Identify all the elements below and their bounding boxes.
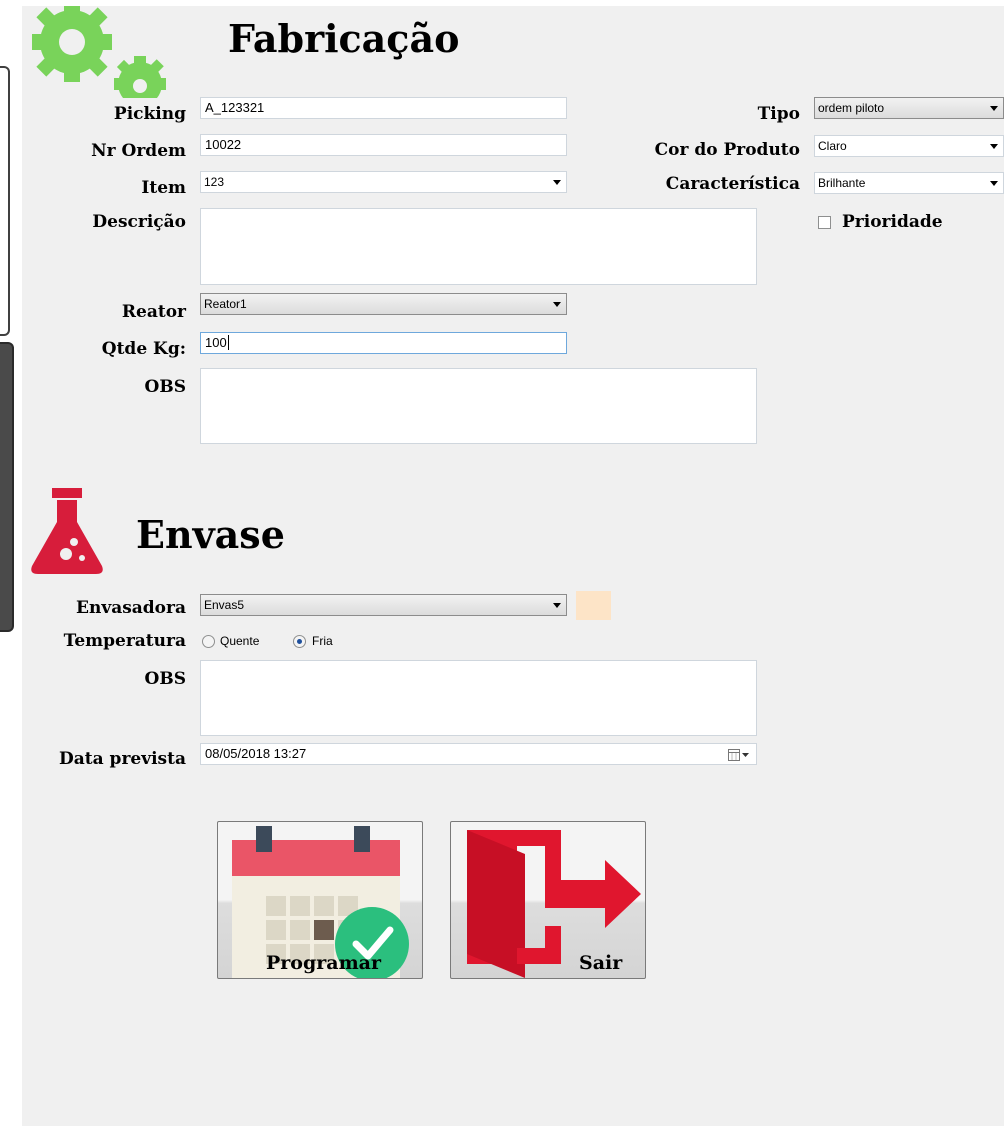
tipo-combobox[interactable]: ordem piloto (814, 97, 1004, 119)
nr-ordem-label: Nr Ordem (91, 141, 186, 161)
reator-label: Reator (121, 302, 186, 322)
qtde-kg-value: 100 (205, 335, 227, 350)
item-value: 123 (204, 175, 225, 189)
temperatura-fria-label[interactable]: Fria (312, 634, 333, 648)
data-prevista-value: 08/05/2018 13:27 (205, 746, 307, 761)
tipo-label: Tipo (757, 104, 800, 124)
data-prevista-datepicker[interactable]: 08/05/2018 13:27 (200, 743, 757, 765)
chevron-down-icon[interactable] (990, 144, 998, 149)
text-caret (227, 335, 229, 350)
caracteristica-label: Característica (665, 174, 800, 194)
chevron-down-icon[interactable] (553, 603, 561, 608)
obs-label: OBS (144, 377, 186, 397)
item-label: Item (141, 178, 186, 198)
cor-produto-value: Claro (818, 139, 847, 153)
descricao-textarea[interactable] (200, 208, 757, 285)
prioridade-checkbox[interactable] (818, 216, 831, 229)
prioridade-label[interactable]: Prioridade (842, 212, 943, 232)
sair-button[interactable]: Sair (450, 821, 646, 979)
sair-label: Sair (579, 952, 623, 974)
color-swatch (576, 591, 611, 620)
picking-input[interactable]: A_123321 (200, 97, 567, 119)
nr-ordem-input[interactable]: 10022 (200, 134, 567, 156)
temperatura-quente-radio[interactable] (202, 635, 215, 648)
qtde-kg-input[interactable]: 100 (200, 332, 567, 354)
fabricacao-title: Fabricação (228, 16, 460, 61)
reator-combobox[interactable]: Reator1 (200, 293, 567, 315)
temperatura-label: Temperatura (63, 631, 186, 651)
chevron-down-icon[interactable] (990, 106, 998, 111)
flask-icon (31, 488, 103, 574)
envasadora-value: Envas5 (204, 598, 245, 612)
chevron-down-icon[interactable] (553, 302, 561, 307)
item-combobox[interactable]: 123 (200, 171, 567, 193)
programar-button[interactable]: Programar (217, 821, 423, 979)
calendar-dropdown-icon[interactable] (728, 749, 750, 761)
tipo-value: ordem piloto (818, 101, 885, 115)
gear-icon (32, 6, 166, 98)
cor-produto-combobox[interactable]: Claro (814, 135, 1004, 157)
data-prevista-label: Data prevista (59, 749, 186, 769)
envasadora-label: Envasadora (76, 598, 186, 618)
qtde-kg-label: Qtde Kg: (101, 339, 186, 359)
caracteristica-combobox[interactable]: Brilhante (814, 172, 1004, 194)
temperatura-fria-radio[interactable] (293, 635, 306, 648)
background-window-edge-dark (0, 342, 14, 632)
cor-produto-label: Cor do Produto (654, 140, 800, 160)
envasadora-combobox[interactable]: Envas5 (200, 594, 567, 616)
obs-envase-textarea[interactable] (200, 660, 757, 736)
reator-value: Reator1 (204, 297, 247, 311)
picking-label: Picking (113, 104, 186, 124)
programar-label: Programar (266, 952, 382, 974)
obs-envase-label: OBS (144, 669, 186, 689)
envase-title: Envase (136, 512, 285, 557)
temperatura-quente-label[interactable]: Quente (220, 634, 259, 648)
background-window-edge (0, 66, 10, 336)
obs-fabricacao-textarea[interactable] (200, 368, 757, 444)
caracteristica-value: Brilhante (818, 176, 866, 190)
chevron-down-icon[interactable] (990, 181, 998, 186)
main-window: Fabricação Picking Nr Ordem Item Descriç… (22, 6, 1004, 1126)
descricao-label: Descrição (92, 212, 186, 232)
chevron-down-icon[interactable] (553, 180, 561, 185)
